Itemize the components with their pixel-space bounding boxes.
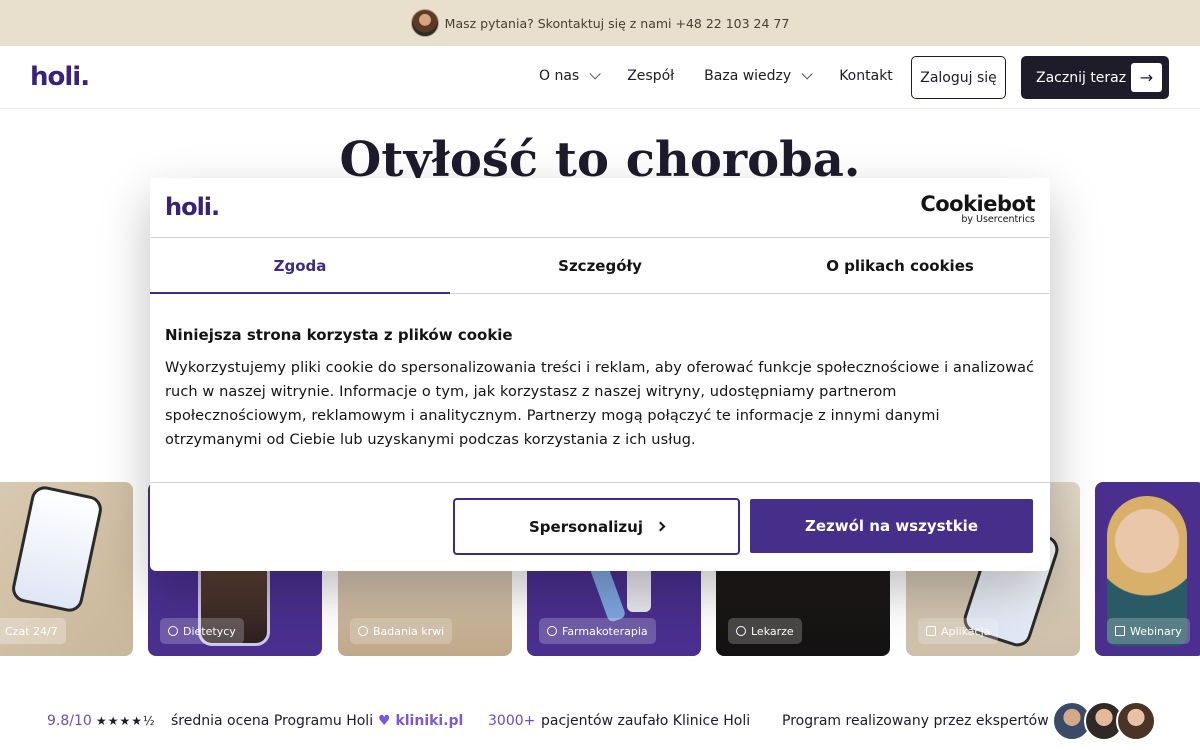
chevron-right-icon bbox=[655, 521, 666, 532]
divider bbox=[150, 482, 1050, 483]
dialog-text: Wykorzystujemy pliki cookie do spersonal… bbox=[165, 360, 1035, 448]
cookie-dialog: holi. Cookiebot by Usercentrics Zgoda Sz… bbox=[150, 178, 1050, 571]
customize-button[interactable]: Spersonalizuj bbox=[453, 498, 740, 555]
tab-details[interactable]: Szczegóły bbox=[450, 238, 750, 293]
tab-consent[interactable]: Zgoda bbox=[150, 238, 450, 294]
dialog-logo: holi. bbox=[165, 193, 220, 221]
cookiebot-brand: Cookiebot bbox=[920, 192, 1035, 216]
dialog-body: Niniejsza strona korzysta z plików cooki… bbox=[165, 326, 1035, 452]
tab-about-cookies[interactable]: O plikach cookies bbox=[750, 238, 1050, 293]
consent-tabs: Zgoda Szczegóły O plikach cookies bbox=[150, 238, 1050, 294]
cookiebot-logo[interactable]: Cookiebot by Usercentrics bbox=[920, 192, 1035, 225]
dialog-heading: Niniejsza strona korzysta z plików cooki… bbox=[165, 326, 513, 344]
customize-label: Spersonalizuj bbox=[529, 517, 643, 536]
allow-all-button[interactable]: Zezwól na wszystkie bbox=[750, 499, 1033, 553]
